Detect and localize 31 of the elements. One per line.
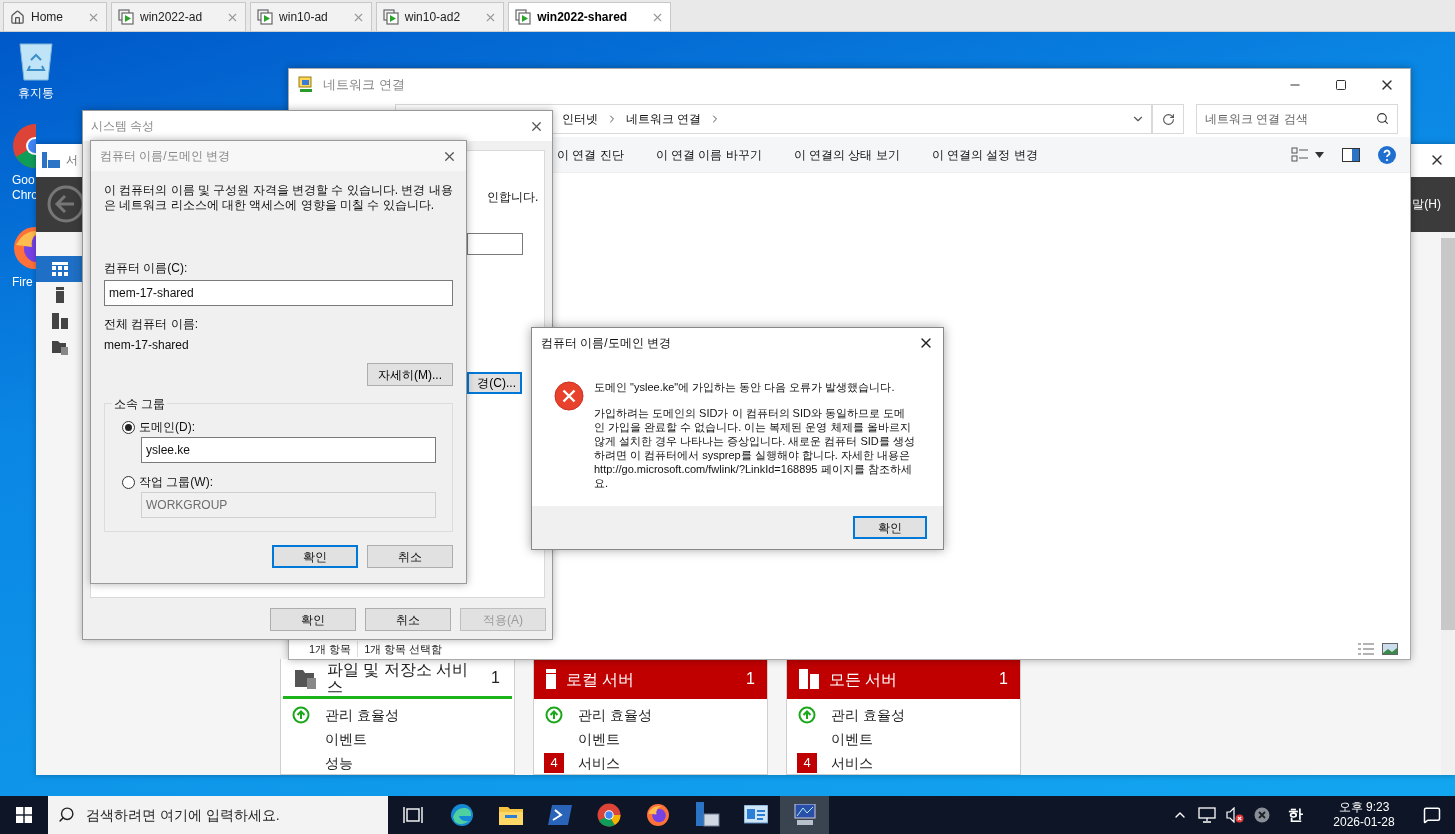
tab-label: win2022-ad: [140, 9, 203, 26]
field-label: 전체 컴퓨터 이름:: [104, 316, 199, 333]
tab-label: win2022-shared: [537, 9, 628, 26]
tile-count: 1: [491, 667, 500, 688]
description-text: 이 컴퓨터의 이름 및 구성원 자격을 변경할 수 있습니다. 변경 내용은 네트워크 리소스에 대한 액세스에 영향을 미칠 수 있습니다.: [104, 183, 453, 213]
tab-label: Home: [31, 9, 63, 26]
tile-title: 파일 및 저장소 서비스: [327, 660, 470, 695]
window-title: 네트워크 연결: [323, 76, 405, 95]
desktop-icon-label: Goo: [12, 173, 35, 188]
dialog-title: 컴퓨터 이름/도메인 변경: [541, 335, 671, 352]
tab-label: win10-ad: [279, 9, 328, 26]
error-details: 가입하려는 도메인의 SID가 이 컴퓨터의 SID와 동일하므로 도메인 가입을 완료할 수 없습니다. 이는 복제된 운영 체제를 올바르지 않게 설치한 경우 나타나는 증상입니다. 새로운 컴퓨터 SID를 생성하려면 이 컴퓨터에서 sysprep를 실행해야 합니다. 자세한 내용은 http://go.microsoft.com/fwlink/?LinkId=168895 페이지를 참조하세요.: [594, 406, 916, 490]
alert-count: 4: [544, 753, 564, 773]
dialog-title: 시스템 속성: [91, 118, 155, 135]
alert-count: 4: [797, 753, 817, 773]
full-computer-name: mem-17-shared: [104, 337, 190, 354]
status-text: 1개 항목: [308, 641, 353, 657]
desktop-icon-label: Fire: [12, 275, 33, 290]
tile-count: 1: [999, 669, 1008, 689]
field-label: 컴퓨터 이름(C):: [104, 260, 189, 277]
window-title: 서: [66, 152, 78, 170]
tile-title: 모든 서버: [829, 670, 899, 688]
error-message: 도메인 "yslee.ke"에 가입하는 동안 다음 오류가 발생했습니다.: [594, 380, 896, 394]
dialog-title: 컴퓨터 이름/도메인 변경: [100, 148, 230, 165]
tile-title: 로컬 서버: [566, 670, 636, 688]
tab-label: win10-ad2: [404, 9, 461, 26]
body-text: 인합니다.: [487, 189, 540, 206]
clock-date: 2026-01-28: [1333, 815, 1395, 830]
desktop-icon-label: 휴지통: [18, 86, 54, 101]
clock-time: 오후 9:23: [1338, 800, 1390, 815]
tile-count: 1: [746, 669, 755, 689]
